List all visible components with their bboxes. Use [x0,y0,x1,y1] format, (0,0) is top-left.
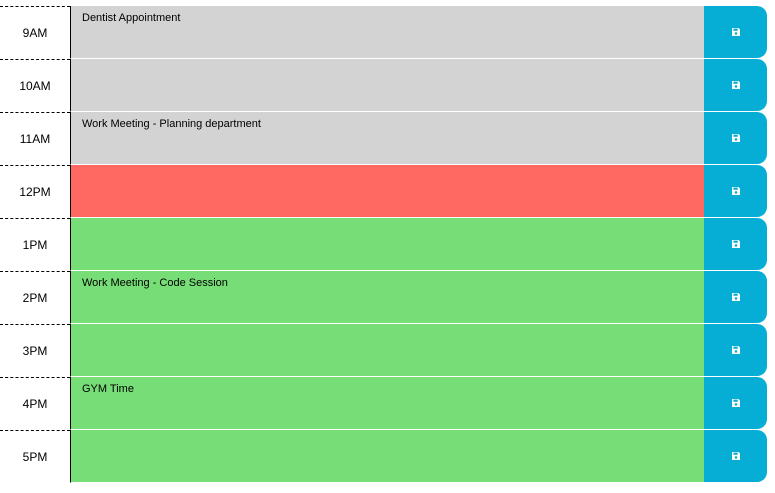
save-button[interactable] [704,271,767,323]
floppy-disk-icon [731,240,740,248]
save-button[interactable] [704,165,767,217]
hour-label: 3PM [0,324,70,377]
event-textarea[interactable] [70,59,704,112]
hour-label: 11AM [0,112,70,165]
time-block-10am: 10AM [0,59,775,112]
floppy-disk-icon [731,346,740,354]
hour-label: 2PM [0,271,70,324]
floppy-disk-icon [731,452,740,460]
hour-label: 1PM [0,218,70,271]
save-button[interactable] [704,324,767,376]
hour-label: 12PM [0,165,70,218]
hour-label: 5PM [0,430,70,483]
event-textarea[interactable] [70,218,704,271]
event-textarea[interactable]: GYM Time [70,377,704,430]
event-textarea[interactable]: Dentist Appointment [70,6,704,59]
save-button[interactable] [704,59,767,111]
event-textarea[interactable]: Work Meeting - Code Session [70,271,704,324]
hour-label: 9AM [0,6,70,59]
floppy-disk-icon [731,399,740,407]
time-block-11am: 11AM Work Meeting - Planning department [0,112,775,165]
time-block-5pm: 5PM [0,430,775,483]
save-button[interactable] [704,430,767,482]
hour-label: 10AM [0,59,70,112]
floppy-disk-icon [731,187,740,195]
save-button[interactable] [704,112,767,164]
floppy-disk-icon [731,134,740,142]
save-button[interactable] [704,218,767,270]
floppy-disk-icon [731,293,740,301]
save-button[interactable] [704,6,767,58]
event-textarea[interactable] [70,430,704,483]
event-textarea[interactable] [70,324,704,377]
save-button[interactable] [704,377,767,429]
event-textarea[interactable] [70,165,704,218]
time-block-1pm: 1PM [0,218,775,271]
floppy-disk-icon [731,81,740,89]
event-textarea[interactable]: Work Meeting - Planning department [70,112,704,165]
time-block-3pm: 3PM [0,324,775,377]
hour-label: 4PM [0,377,70,430]
time-block-12pm: 12PM [0,165,775,218]
time-block-4pm: 4PM GYM Time [0,377,775,430]
time-block-2pm: 2PM Work Meeting - Code Session [0,271,775,324]
floppy-disk-icon [731,28,740,36]
day-scheduler: 9AM Dentist Appointment 10AM 11AM Work M… [0,0,775,493]
time-block-9am: 9AM Dentist Appointment [0,6,775,59]
